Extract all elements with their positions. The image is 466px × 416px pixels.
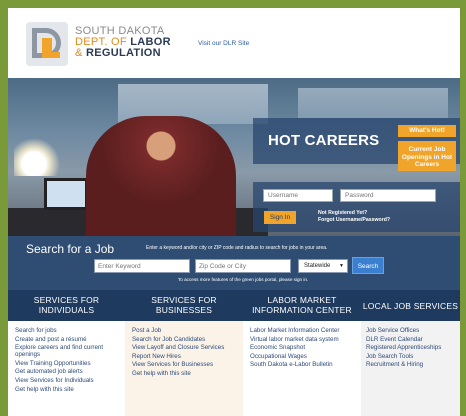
list-item[interactable]: Create and post a résumé: [15, 336, 125, 345]
list-item[interactable]: South Dakota e-Labor Bulletin: [250, 361, 361, 370]
hero-background-window: [298, 88, 448, 118]
login-panel: Sign In Not Registered Yet? Forgot Usern…: [253, 182, 460, 232]
logo-amp: &: [75, 47, 83, 59]
hot-careers-title: HOT CAREERS: [268, 132, 380, 149]
username-input[interactable]: [263, 189, 333, 202]
zip-city-input[interactable]: [195, 259, 291, 273]
current-openings-button[interactable]: Current Job Openings in Hot Careers: [398, 141, 456, 171]
local-job-services-heading[interactable]: LOCAL JOB SERVICES: [361, 290, 460, 321]
labor-market-list: Labor Market Information Center Virtual …: [243, 321, 361, 416]
whats-hot-button[interactable]: What's Hot!: [398, 125, 456, 137]
list-item[interactable]: Get help with this site: [15, 386, 125, 395]
keyword-input[interactable]: [94, 259, 190, 273]
login-help-links: Not Registered Yet? Forgot Username/Pass…: [318, 210, 390, 224]
list-item[interactable]: View Training Opportunities: [15, 360, 125, 369]
list-item[interactable]: View Services for Individuals: [15, 377, 125, 386]
hero-banner: HOT CAREERS What's Hot! Current Job Open…: [8, 78, 460, 236]
search-title: Search for a Job: [26, 242, 115, 256]
services-businesses-heading[interactable]: SERVICES FOR BUSINESSES: [125, 290, 243, 321]
not-registered-link[interactable]: Not Registered Yet?: [318, 210, 390, 217]
list-item[interactable]: Occupational Wages: [250, 353, 361, 362]
local-job-services-list: Job Service Offices DLR Event Calendar R…: [361, 321, 460, 416]
password-input[interactable]: [340, 189, 436, 202]
list-item[interactable]: Post a Job: [132, 327, 243, 336]
forgot-credentials-link[interactable]: Forgot Username/Password?: [318, 217, 390, 224]
page-frame: SOUTH DAKOTA DEPT. OF LABOR & REGULATION…: [8, 8, 460, 416]
services-section: SERVICES FOR INDIVIDUALS SERVICES FOR BU…: [8, 290, 460, 416]
list-item[interactable]: Job Search Tools: [366, 353, 460, 362]
search-signin-note: To access more features of the green job…: [178, 277, 309, 282]
list-item[interactable]: Get automated job alerts: [15, 368, 125, 377]
list-item[interactable]: Job Service Offices: [366, 327, 460, 336]
list-item[interactable]: Recruitment & Hiring: [366, 361, 460, 370]
labor-market-heading[interactable]: LABOR MARKET INFORMATION CENTER: [243, 290, 361, 321]
logo-regulation-bold: REGULATION: [86, 47, 161, 59]
logo-line-regulation: & REGULATION: [75, 48, 171, 59]
list-item[interactable]: Explore careers and find current opening…: [15, 344, 125, 358]
list-item[interactable]: DLR Event Calendar: [366, 336, 460, 345]
list-item[interactable]: Registered Apprenticeships: [366, 344, 460, 353]
services-individuals-heading[interactable]: SERVICES FOR INDIVIDUALS: [8, 290, 125, 321]
visit-dlr-link[interactable]: Visit our DLR Site: [198, 40, 249, 47]
hero-lamp-image: [14, 136, 64, 176]
hero-monitor-image: [44, 178, 88, 210]
radius-selected-value: Statewide: [304, 263, 331, 269]
search-hint: Enter a keyword and/or city or ZIP code …: [146, 245, 328, 251]
dlr-logo-text: SOUTH DAKOTA DEPT. OF LABOR & REGULATION: [75, 26, 171, 59]
list-item[interactable]: Virtual labor market data system: [250, 336, 361, 345]
list-item[interactable]: View Layoff and Closure Services: [132, 344, 243, 353]
dlr-logo[interactable]: SOUTH DAKOTA DEPT. OF LABOR & REGULATION: [26, 18, 186, 70]
radius-select[interactable]: Statewide ▼: [298, 259, 348, 273]
hot-careers-panel: HOT CAREERS What's Hot! Current Job Open…: [253, 118, 460, 171]
list-item[interactable]: Economic Snapshot: [250, 344, 361, 353]
list-item[interactable]: View Services for Businesses: [132, 361, 243, 370]
sign-in-button[interactable]: Sign In: [264, 211, 296, 224]
search-button[interactable]: Search: [352, 257, 384, 274]
job-search-bar: Search for a Job Enter a keyword and/or …: [8, 236, 460, 290]
list-item[interactable]: Report New Hires: [132, 353, 243, 362]
list-item[interactable]: Labor Market Information Center: [250, 327, 361, 336]
list-item[interactable]: Search for Job Candidates: [132, 336, 243, 345]
dlr-logo-mark-icon: [26, 22, 68, 66]
hero-person-image: [86, 116, 236, 236]
site-header: SOUTH DAKOTA DEPT. OF LABOR & REGULATION…: [8, 8, 460, 78]
list-item[interactable]: Search for jobs: [15, 327, 125, 336]
chevron-down-icon: ▼: [339, 263, 344, 269]
services-individuals-list: Search for jobs Create and post a résumé…: [8, 321, 125, 416]
services-businesses-list: Post a Job Search for Job Candidates Vie…: [125, 321, 243, 416]
list-item[interactable]: Get help with this site: [132, 370, 243, 379]
